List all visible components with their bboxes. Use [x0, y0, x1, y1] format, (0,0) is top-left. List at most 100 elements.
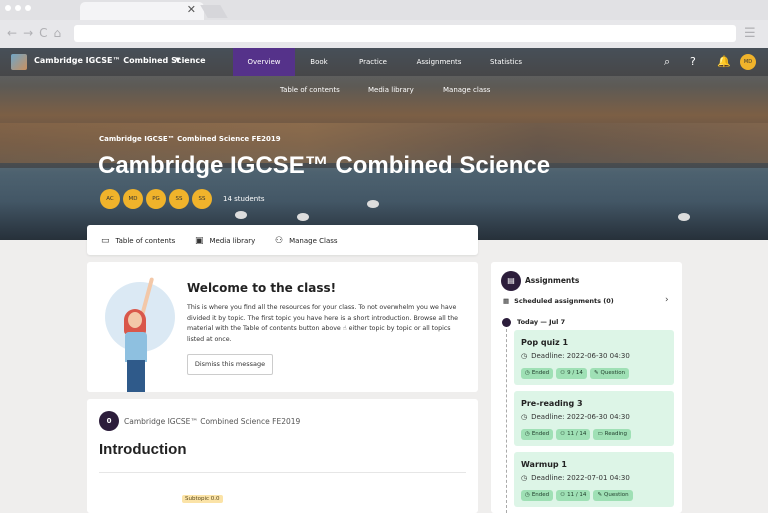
illustration-legs	[127, 360, 145, 392]
dismiss-button[interactable]: Dismiss this message	[187, 354, 273, 375]
top-navigation: Cambridge IGCSE™ Combined Science ▼ Over…	[0, 48, 768, 76]
book-icon: ▭	[101, 236, 110, 246]
student-count[interactable]: 14 students	[223, 195, 265, 203]
clock-icon	[502, 318, 511, 327]
nav-overview[interactable]: Overview	[233, 48, 295, 76]
chevron-right-icon[interactable]: ›	[665, 295, 669, 305]
type-badge: ✎ Question	[589, 368, 630, 379]
back-icon[interactable]: ←	[7, 26, 17, 40]
browser-tab[interactable]: ✕	[80, 2, 204, 20]
status-label: Ended	[531, 370, 550, 376]
submissions-count: 9 / 14	[567, 370, 583, 376]
bell-icon[interactable]: 🔔	[717, 55, 731, 68]
avatar[interactable]: SS	[169, 189, 189, 209]
welcome-title: Welcome to the class!	[187, 281, 337, 295]
subnav-manage-class[interactable]: Manage class	[443, 86, 490, 94]
clock-icon: ◷	[525, 492, 530, 498]
quicklink-manage-class[interactable]: ⚇ Manage Class	[275, 236, 338, 246]
user-avatar[interactable]: MD	[740, 54, 756, 70]
type-badge: ✎ Question	[593, 490, 633, 501]
assignment-card[interactable]: Warmup 1 ◷ Deadline: 2022-07-01 04:30 ◷ E…	[514, 452, 674, 507]
quicklink-media-library[interactable]: ▣ Media library	[195, 236, 255, 246]
quicklink-table-of-contents[interactable]: ▭ Table of contents	[101, 236, 175, 246]
assignment-badges: ◷ Ended ⚇ 11 / 14 ▭ Reading	[521, 429, 631, 440]
assignments-panel: ▤ Assignments ▦ Scheduled assignments (0…	[491, 262, 682, 513]
scheduled-label: Scheduled assignments (0)	[514, 297, 614, 305]
image-icon: ▣	[195, 236, 204, 246]
avatar[interactable]: PG	[146, 189, 166, 209]
page-title: Cambridge IGCSE™ Combined Science	[98, 152, 551, 179]
assignment-deadline: ◷ Deadline: 2022-07-01 04:30	[521, 474, 630, 482]
new-tab[interactable]	[200, 5, 228, 18]
help-icon[interactable]: ?	[690, 55, 696, 68]
deadline-text: Deadline: 2022-06-30 04:30	[531, 352, 630, 360]
window-controls[interactable]	[5, 5, 31, 11]
assignment-badges: ◷ Ended ⚇ 9 / 14 ✎ Question	[521, 368, 630, 379]
pencil-icon: ✎	[593, 370, 599, 376]
book-icon: ▭	[597, 431, 603, 437]
flamingo-image	[297, 213, 309, 221]
submissions-count: 11 / 14	[567, 431, 587, 437]
user-icon: ⚇	[560, 370, 566, 376]
chevron-down-icon[interactable]: ▼	[175, 56, 180, 64]
close-icon[interactable]: ✕	[187, 3, 196, 16]
nav-statistics[interactable]: Statistics	[484, 48, 528, 76]
status-label: Ended	[531, 492, 550, 498]
nav-practice[interactable]: Practice	[350, 48, 396, 76]
course-logo[interactable]	[11, 54, 27, 70]
timeline	[506, 324, 507, 513]
nav-assignments[interactable]: Assignments	[412, 48, 466, 76]
avatar[interactable]: SS	[192, 189, 212, 209]
status-label: Ended	[531, 431, 550, 437]
assignment-deadline: ◷ Deadline: 2022-06-30 04:30	[521, 413, 630, 421]
search-icon[interactable]: ⌕	[664, 55, 670, 69]
users-icon: ⚇	[275, 236, 284, 246]
status-badge: ◷ Ended	[521, 429, 554, 440]
scheduled-assignments[interactable]: ▦ Scheduled assignments (0)	[503, 297, 614, 305]
subnav-table-of-contents[interactable]: Table of contents	[280, 86, 340, 94]
forward-icon[interactable]: →	[23, 26, 33, 40]
menu-icon[interactable]: ☰	[744, 26, 756, 41]
avatar[interactable]: MD	[123, 189, 143, 209]
deadline-text: Deadline: 2022-06-30 04:30	[531, 413, 630, 421]
quick-links-card: ▭ Table of contents ▣ Media library ⚇ Ma…	[87, 225, 478, 255]
course-hero: Cambridge IGCSE™ Combined Science ▼ Over…	[0, 48, 768, 240]
calendar-icon: ▦	[503, 297, 510, 305]
quicklink-label: Manage Class	[289, 237, 338, 245]
quicklink-label: Table of contents	[115, 237, 176, 245]
status-badge: ◷ Ended	[521, 368, 554, 379]
type-label: Reading	[604, 431, 627, 437]
clock-icon: ◷	[525, 370, 530, 376]
nav-book[interactable]: Book	[300, 48, 338, 76]
subnav-media-library[interactable]: Media library	[368, 86, 414, 94]
topic-title[interactable]: Introduction	[99, 441, 186, 458]
topic-course: Cambridge IGCSE™ Combined Science FE2019	[124, 417, 301, 426]
topic-card: 0 Cambridge IGCSE™ Combined Science FE20…	[87, 399, 478, 513]
subtopic-badge[interactable]: Subtopic 0.0	[182, 495, 223, 503]
clock-icon: ◷	[525, 431, 530, 437]
tab-bar: ✕	[0, 0, 768, 20]
address-bar[interactable]	[74, 25, 736, 42]
avatar[interactable]: AC	[100, 189, 120, 209]
submissions-badge: ⚇ 11 / 14	[556, 490, 591, 501]
quicklink-label: Media library	[209, 237, 256, 245]
assignment-deadline: ◷ Deadline: 2022-06-30 04:30	[521, 352, 630, 360]
submissions-badge: ⚇ 9 / 14	[556, 368, 587, 379]
student-avatars[interactable]: AC MD PG SS SS	[100, 189, 212, 209]
flamingo-image	[235, 211, 247, 219]
type-label: Question	[604, 492, 629, 498]
browser-chrome: ✕ ← → C ⌂ ☰	[0, 0, 768, 48]
clock-icon: ◷	[521, 352, 528, 360]
submissions-badge: ⚇ 11 / 14	[556, 429, 591, 440]
assignment-card[interactable]: Pop quiz 1 ◷ Deadline: 2022-06-30 04:30 …	[514, 330, 674, 385]
assignment-badges: ◷ Ended ⚇ 11 / 14 ✎ Question	[521, 490, 633, 501]
assignment-card[interactable]: Pre-reading 3 ◷ Deadline: 2022-06-30 04:…	[514, 391, 674, 446]
clock-icon: ◷	[521, 413, 528, 421]
home-icon[interactable]: ⌂	[54, 26, 62, 40]
divider	[99, 472, 466, 473]
reload-icon[interactable]: C	[39, 26, 47, 40]
assignment-title: Pop quiz 1	[521, 338, 569, 347]
submissions-count: 11 / 14	[567, 492, 587, 498]
flamingo-image	[678, 213, 690, 221]
assignment-title: Warmup 1	[521, 460, 567, 469]
